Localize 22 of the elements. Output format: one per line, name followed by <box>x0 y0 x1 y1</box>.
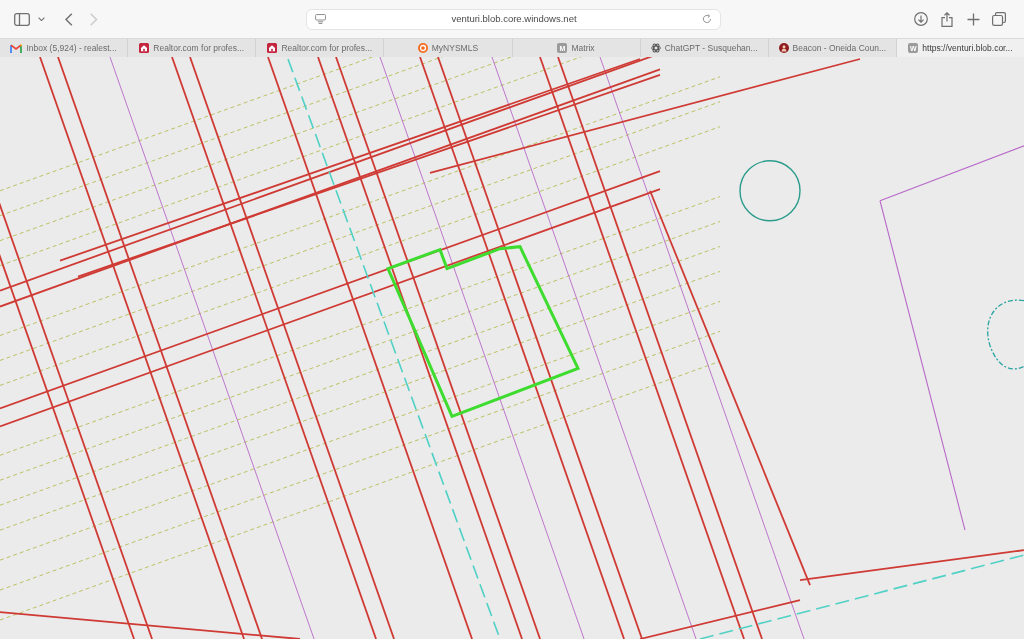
house-icon <box>139 43 150 53</box>
squares-icon <box>992 12 1006 26</box>
chevron-left-icon <box>65 12 73 26</box>
page-menu-icon <box>315 14 326 24</box>
person-icon <box>778 43 789 53</box>
tab-overview-button[interactable] <box>992 12 1006 26</box>
sidebar-icon <box>14 12 30 26</box>
url-text: venturi.blob.core.windows.net <box>451 11 577 26</box>
download-button[interactable] <box>914 12 928 26</box>
house-icon <box>267 43 278 53</box>
ring-icon <box>417 43 428 53</box>
share-icon <box>941 11 953 27</box>
envelope-icon <box>10 43 23 53</box>
new-tab-button[interactable] <box>966 12 980 26</box>
chevron-right-icon <box>90 12 98 26</box>
knot-icon <box>650 43 661 53</box>
share-button[interactable] <box>940 11 954 27</box>
reload-icon[interactable] <box>702 14 712 24</box>
download-icon <box>914 12 928 26</box>
plus-icon <box>966 12 980 26</box>
caret-icon <box>38 16 45 22</box>
address-bar[interactable]: venturi.blob.core.windows.net <box>306 8 721 30</box>
